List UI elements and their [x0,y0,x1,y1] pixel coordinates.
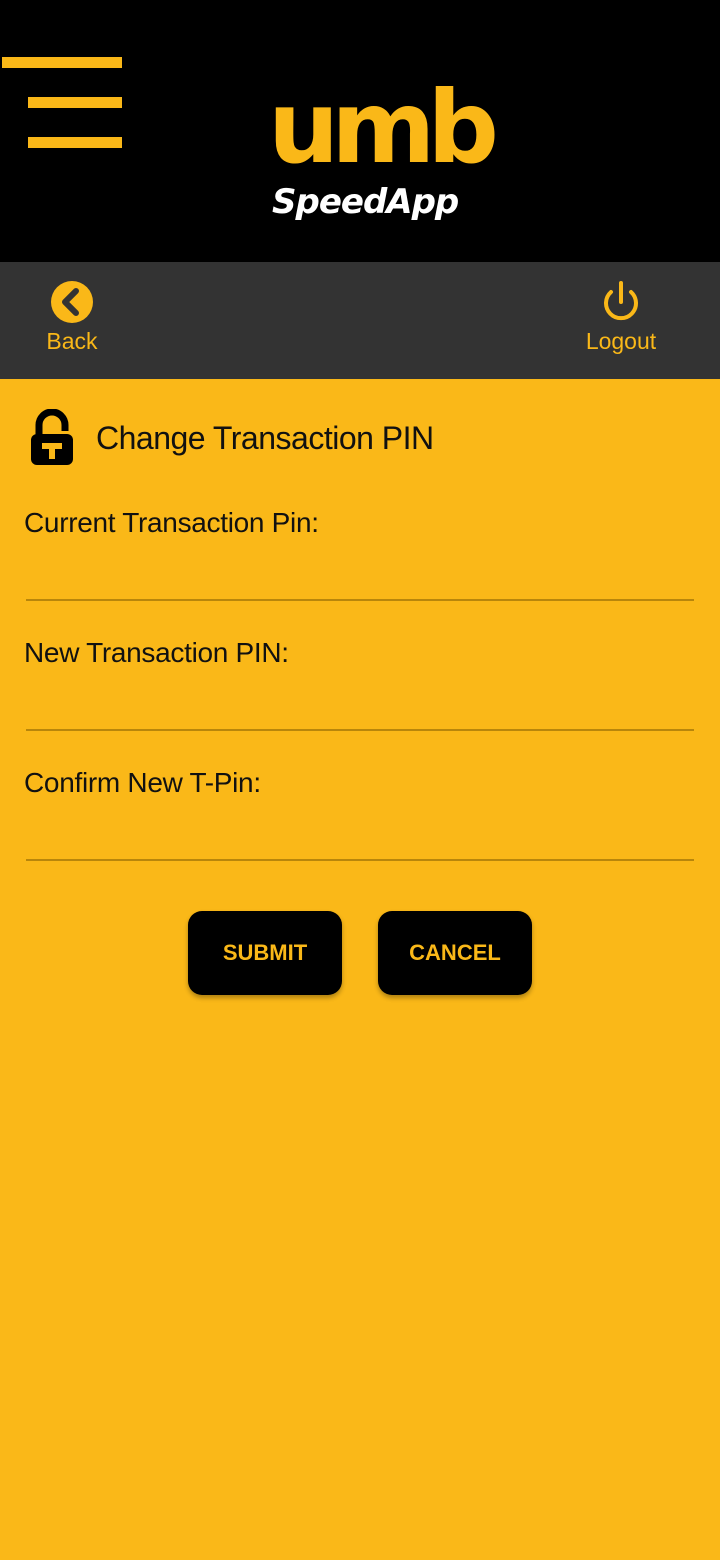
current-pin-label: Current Transaction Pin: [24,507,319,538]
current-pin-input[interactable] [26,543,694,601]
new-pin-field: New Transaction PIN: [24,637,694,731]
confirm-pin-label: Confirm New T-Pin: [24,767,261,798]
logout-label: Logout [585,328,657,354]
cancel-button[interactable]: CANCEL [378,911,532,995]
new-pin-label: New Transaction PIN: [24,637,289,668]
app-logo: umb SpeedApp [268,78,499,232]
power-icon [604,281,638,321]
new-pin-input[interactable] [26,673,694,731]
nav-bar: Back Logout [0,262,720,379]
hamburger-menu-icon[interactable] [0,52,130,152]
back-button[interactable]: Back [36,262,108,379]
menu-bar-middle [28,97,122,108]
confirm-pin-input[interactable] [26,803,694,861]
submit-button[interactable]: SUBMIT [188,911,342,995]
chevron-left-circle-icon [51,281,93,323]
padlock-icon [31,409,73,465]
app-header: umb SpeedApp [0,0,720,262]
current-pin-field: Current Transaction Pin: [24,507,694,601]
logo-mark: umb [268,69,499,186]
back-label: Back [46,328,98,354]
page-title: Change Transaction PIN [96,419,434,456]
menu-bar-top [2,57,122,68]
logo-subtitle: SpeedApp [272,182,459,222]
page-header: Change Transaction PIN [28,409,434,467]
confirm-pin-field: Confirm New T-Pin: [24,767,694,861]
logout-button[interactable]: Logout [578,262,664,379]
menu-bar-bottom [28,137,122,148]
